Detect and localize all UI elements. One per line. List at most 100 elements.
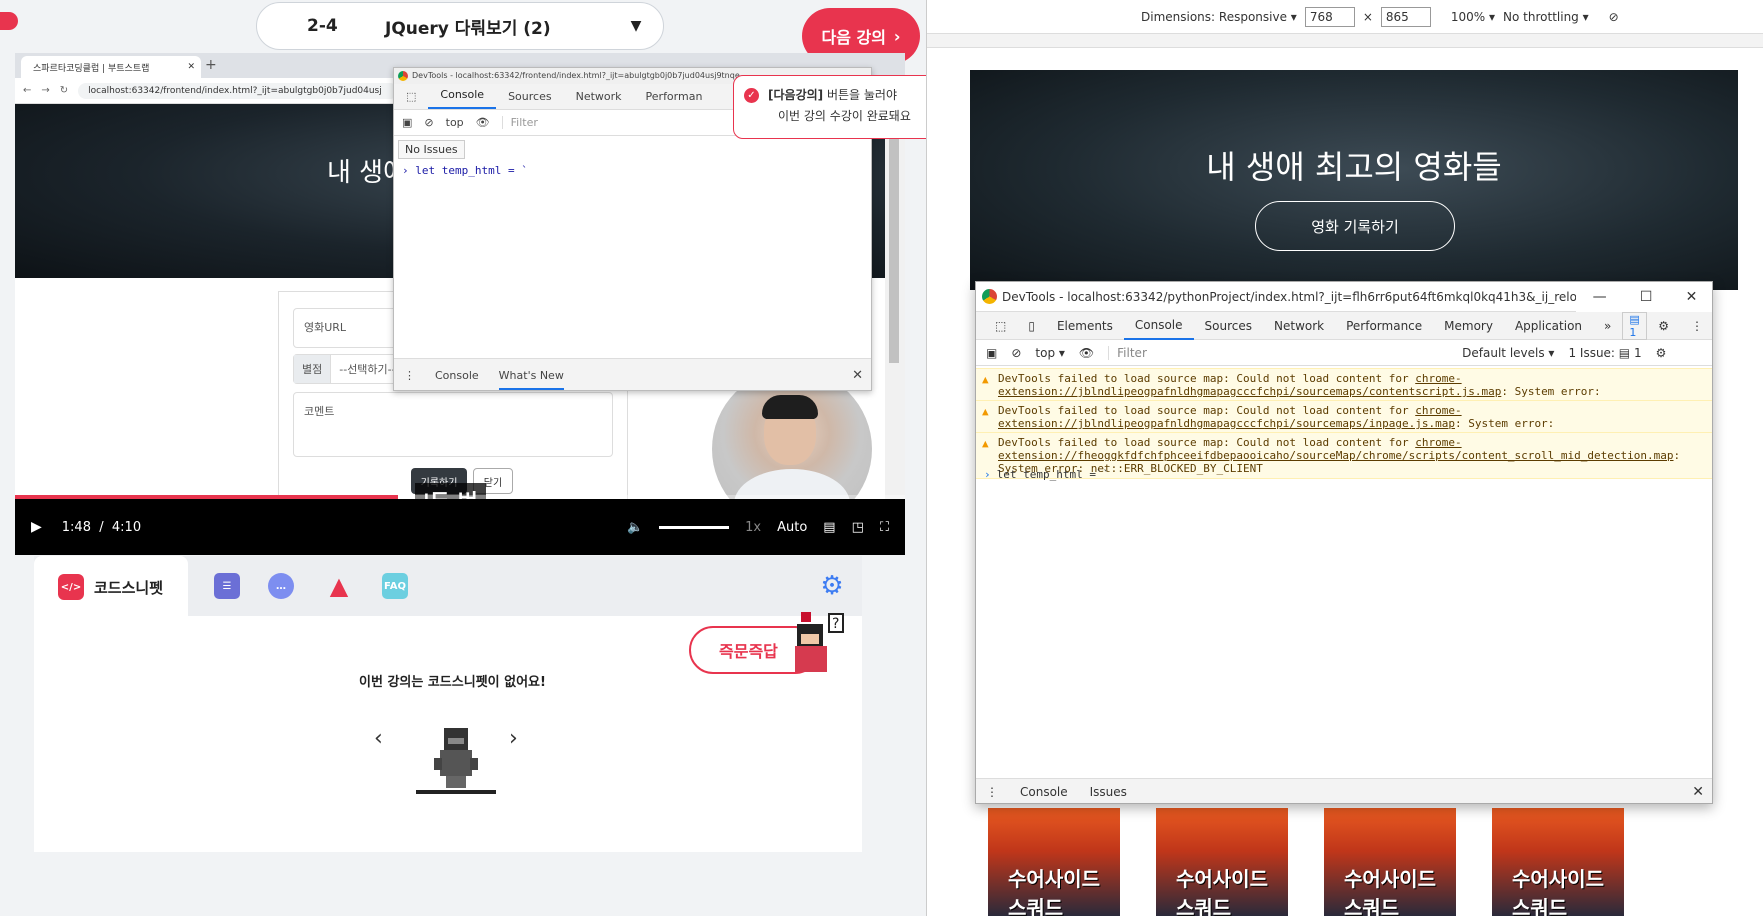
chat-icon[interactable]: …	[268, 573, 294, 599]
video-browser-tab: 스파르타코딩클럽 | 부트스트랩 ✕	[21, 56, 201, 78]
check-icon: ✓	[744, 88, 759, 103]
video-devtools-issues: No Issues	[398, 140, 465, 159]
sparta-logo[interactable]	[0, 12, 18, 30]
drawer-menu-icon[interactable]: ⋮	[986, 785, 998, 799]
warning-icon[interactable]: ▲	[326, 572, 352, 600]
width-input[interactable]: 768	[1304, 6, 1355, 27]
clear-console-icon: ⊘	[424, 116, 434, 129]
poster-title: 수어사이드 스쿼드	[1176, 867, 1268, 916]
minimize-icon[interactable]: —	[1593, 289, 1607, 305]
pixel-character-icon	[416, 728, 496, 794]
zoom-select[interactable]: 100% ▾	[1451, 10, 1495, 24]
subtitles-icon[interactable]: ▤	[823, 520, 835, 535]
console-settings-gear-icon[interactable]: ⚙	[1656, 346, 1667, 360]
fullscreen-icon[interactable]: ⛶	[880, 520, 889, 535]
media-query-ruler	[927, 34, 1763, 48]
tab-network[interactable]: Network	[1263, 313, 1335, 339]
context-select: top	[445, 116, 464, 129]
more-icon: ⋮	[404, 369, 415, 382]
preview-title: 내 생애 최고의 영화들	[1206, 148, 1502, 186]
quality-button[interactable]: Auto	[777, 520, 807, 535]
levels-select[interactable]: Default levels ▾	[1462, 346, 1554, 360]
gear-icon[interactable]: ⚙	[818, 571, 846, 601]
chevron-down-icon[interactable]: ▼	[621, 11, 651, 41]
issues-counter[interactable]: 1 Issue: ▤ 1	[1568, 346, 1641, 360]
more-tabs-icon[interactable]: »	[1593, 313, 1622, 339]
movie-poster[interactable]: 수어사이드 스쿼드	[1324, 808, 1456, 916]
video-devtools-drawer: ⋮ Console What's New ✕	[394, 358, 871, 390]
volume-slider[interactable]	[659, 525, 730, 529]
device-toggle-icon[interactable]: ▯	[1017, 313, 1046, 339]
movie-poster[interactable]: 수어사이드 스쿼드	[1156, 808, 1288, 916]
console-input[interactable]: › let temp_html =``	[984, 468, 1109, 481]
record-movie-button[interactable]: 영화 기록하기	[1255, 201, 1455, 251]
movie-poster[interactable]: 수어사이드 스쿼드	[988, 808, 1120, 916]
tab-sources[interactable]: Sources	[1194, 313, 1263, 339]
toast-line-1: [다음강의] 버튼을 눌러야	[768, 86, 940, 103]
sidebar-toggle-icon[interactable]: ▣	[986, 346, 997, 360]
drawer-tab-issues[interactable]: Issues	[1090, 785, 1127, 799]
plus-icon: +	[205, 57, 217, 73]
next-lecture-label: 다음 강의	[821, 28, 886, 47]
rotate-icon[interactable]: ⊘	[1609, 10, 1619, 24]
chevron-right-icon[interactable]: ›	[509, 726, 518, 751]
height-input[interactable]: 865	[1380, 6, 1431, 27]
qa-character-icon: ?	[795, 612, 844, 672]
close-icon[interactable]: ✕	[1692, 784, 1704, 800]
toast-line-1-rest: 버튼을 눌러야	[823, 88, 898, 102]
video-devtools-tab-performance: Performan	[645, 90, 703, 103]
tab-performance[interactable]: Performance	[1335, 313, 1433, 339]
prompt-icon: ›	[402, 164, 409, 177]
eye-icon[interactable]: 👁	[1079, 346, 1094, 360]
dimensions-select[interactable]: Dimensions: Responsive ▾	[1141, 10, 1297, 24]
close-icon[interactable]: ✕	[1686, 289, 1698, 305]
video-devtools-tab-network: Network	[575, 90, 622, 103]
play-icon[interactable]: ▶	[31, 519, 42, 535]
movie-poster[interactable]: 수어사이드 스쿼드	[1492, 808, 1624, 916]
inspect-icon[interactable]: ⬚	[984, 313, 1017, 339]
throttling-select[interactable]: No throttling ▾	[1503, 10, 1589, 24]
issues-count: 1	[1633, 345, 1642, 360]
settings-gear-icon[interactable]: ⚙	[1647, 313, 1680, 339]
dimensions-label: Dimensions: Responsive	[1141, 9, 1287, 24]
preview-hero: 내 생애 최고의 영화들 영화 기록하기	[970, 70, 1738, 290]
video-time: 1:48 / 4:10	[62, 520, 141, 535]
zoom-label: 100%	[1450, 9, 1486, 24]
kebab-menu-icon[interactable]: ⋮	[1680, 313, 1712, 339]
faq-icon[interactable]: FAQ	[382, 573, 408, 599]
close-icon: ✕	[187, 62, 195, 72]
clear-console-icon[interactable]: ⊘	[1011, 346, 1021, 360]
message-badge[interactable]: ▤ 1	[1622, 311, 1648, 340]
lecture-selector[interactable]: 2-4 JQuery 다뤄보기 (2) ▼	[256, 2, 664, 50]
lecture-number: 2-4	[307, 16, 338, 36]
warning-icon: ▲	[982, 437, 989, 450]
tab-elements[interactable]: Elements	[1046, 313, 1124, 339]
reload-icon: ↻	[59, 85, 69, 96]
drawer-tab-console[interactable]: Console	[1020, 785, 1068, 803]
checklist-icon[interactable]: ☰	[214, 573, 240, 599]
console-filter-input[interactable]: Filter	[1108, 345, 1448, 360]
chevron-left-icon[interactable]: ‹	[374, 726, 383, 751]
inspect-icon: ⬚	[406, 90, 417, 103]
devtools-tabs: ⬚ ▯ Elements Console Sources Network Per…	[976, 311, 1712, 340]
issues-label: 1 Issue:	[1568, 345, 1615, 360]
chrome-icon	[398, 71, 408, 81]
context-select[interactable]: top ▾	[1035, 346, 1065, 360]
pip-icon[interactable]: ◳	[852, 520, 864, 535]
prompt-icon: ›	[984, 468, 991, 481]
video-devtools-filter: Filter	[501, 116, 538, 129]
sidebar-toggle-icon: ▣	[402, 116, 413, 129]
levels-label: Default levels	[1462, 345, 1545, 360]
toast-line-2: 이번 강의 수강이 완료돼요	[778, 109, 911, 123]
tab-application[interactable]: Application	[1504, 313, 1593, 339]
volume-icon[interactable]: 🔈	[627, 520, 643, 535]
speed-button[interactable]: 1x	[745, 520, 761, 535]
maximize-icon[interactable]: ☐	[1640, 289, 1653, 305]
lecture-title: JQuery 다뤄보기 (2)	[385, 18, 551, 39]
tab-code-snippet[interactable]: </> 코드스니펫	[34, 556, 188, 618]
tab-console[interactable]: Console	[1123, 312, 1194, 340]
device-toolbar: Dimensions: Responsive ▾ 768 × 865 100% …	[927, 0, 1763, 34]
tab-memory[interactable]: Memory	[1433, 313, 1504, 339]
warning-text: DevTools failed to load source map: Coul…	[998, 436, 1416, 449]
video-comment-field: 코멘트	[293, 392, 613, 457]
